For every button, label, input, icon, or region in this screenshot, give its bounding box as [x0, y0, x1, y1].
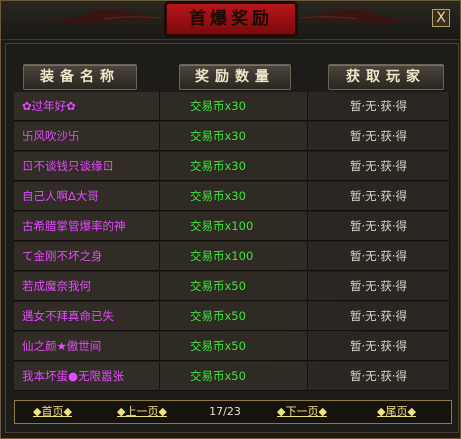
title-banner: 首爆奖励	[166, 3, 296, 35]
item-name-cell: 仙之颜★傲世间	[14, 332, 160, 361]
player-cell: 暂·无·获·得	[308, 272, 450, 301]
reward-cell: 交易币x30	[160, 182, 308, 211]
table-row: 若成魔奈我何 交易币x50 暂·无·获·得	[14, 272, 450, 302]
player-cell: 暂·无·获·得	[308, 362, 450, 391]
window-title: 首爆奖励	[189, 9, 273, 29]
last-page-link[interactable]: ◆尾页◆	[377, 401, 416, 423]
table-row: て金刚不坏之身 交易币x100 暂·无·获·得	[14, 242, 450, 272]
close-button[interactable]: X	[432, 9, 450, 27]
reward-cell: 交易币x100	[160, 242, 308, 271]
reward-panel: 装备名称 奖励数量 获取玩家 ✿过年好✿ 交易币x30 暂·无·获·得 卐风吹沙…	[5, 43, 459, 433]
first-page-link[interactable]: ◆首页◆	[33, 401, 72, 423]
player-cell: 暂·无·获·得	[308, 122, 450, 151]
reward-cell: 交易币x50	[160, 362, 308, 391]
player-cell: 暂·无·获·得	[308, 332, 450, 361]
player-cell: 暂·无·获·得	[308, 242, 450, 271]
table-row: ✿过年好✿ 交易币x30 暂·无·获·得	[14, 92, 450, 122]
table-row: 仙之颜★傲世间 交易币x50 暂·无·获·得	[14, 332, 450, 362]
reward-window: 首爆奖励 X 装备名称 奖励数量 获取玩家 ✿过年好✿ 交易币x30 暂·无·获…	[0, 0, 461, 439]
header-reward-amount: 奖励数量	[179, 64, 291, 90]
table-header: 装备名称 奖励数量 获取玩家	[6, 44, 458, 92]
item-name-cell: ㄖ不谈钱只谈缘ㄖ	[14, 152, 160, 181]
item-name-cell: 自己人啊∆大哥	[14, 182, 160, 211]
item-name-cell: ✿过年好✿	[14, 92, 160, 121]
item-name-cell: 我本坏蛋●无限嚣张	[14, 362, 160, 391]
player-cell: 暂·无·获·得	[308, 92, 450, 121]
item-name-cell: 若成魔奈我何	[14, 272, 160, 301]
header-item-name: 装备名称	[23, 64, 137, 90]
reward-cell: 交易币x50	[160, 272, 308, 301]
item-name-cell: 古希腊掌管爆率的神	[14, 212, 160, 241]
table-row: 卐风吹沙卐 交易币x30 暂·无·获·得	[14, 122, 450, 152]
reward-cell: 交易币x30	[160, 122, 308, 151]
reward-cell: 交易币x30	[160, 152, 308, 181]
player-cell: 暂·无·获·得	[308, 212, 450, 241]
reward-cell: 交易币x50	[160, 332, 308, 361]
table-row: 遇女不拜真命已失 交易币x50 暂·无·获·得	[14, 302, 450, 332]
header-player: 获取玩家	[328, 64, 444, 90]
item-name-cell: 遇女不拜真命已失	[14, 302, 160, 331]
reward-cell: 交易币x30	[160, 92, 308, 121]
prev-page-link[interactable]: ◆上一页◆	[117, 401, 167, 423]
item-name-cell: 卐风吹沙卐	[14, 122, 160, 151]
player-cell: 暂·无·获·得	[308, 152, 450, 181]
player-cell: 暂·无·获·得	[308, 182, 450, 211]
table-row: 我本坏蛋●无限嚣张 交易币x50 暂·无·获·得	[14, 362, 450, 392]
item-name-cell: て金刚不坏之身	[14, 242, 160, 271]
reward-cell: 交易币x50	[160, 302, 308, 331]
next-page-link[interactable]: ◆下一页◆	[277, 401, 327, 423]
table-row: 自己人啊∆大哥 交易币x30 暂·无·获·得	[14, 182, 450, 212]
title-bar: 首爆奖励 X	[1, 1, 460, 40]
table-row: 古希腊掌管爆率的神 交易币x100 暂·无·获·得	[14, 212, 450, 242]
right-ornament-icon	[298, 9, 418, 24]
left-ornament-icon	[43, 9, 163, 24]
page-indicator: 17/23	[209, 405, 241, 418]
player-cell: 暂·无·获·得	[308, 302, 450, 331]
reward-cell: 交易币x100	[160, 212, 308, 241]
pagination-bar: ◆首页◆ ◆上一页◆ 17/23 ◆下一页◆ ◆尾页◆	[14, 400, 452, 424]
table-row: ㄖ不谈钱只谈缘ㄖ 交易币x30 暂·无·获·得	[14, 152, 450, 182]
